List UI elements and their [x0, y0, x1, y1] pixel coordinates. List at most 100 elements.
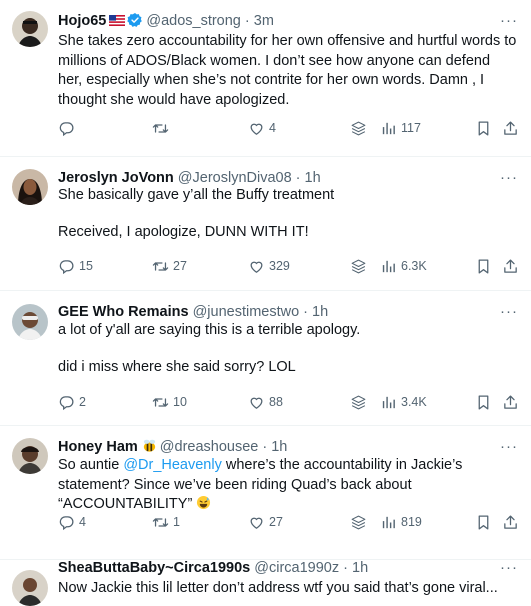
tweet-4[interactable]: Honey Ham @dreashousee · 1h ··· So auntie… [0, 426, 531, 560]
reply-count: 15 [79, 259, 93, 273]
heart-icon [248, 514, 265, 531]
like-button[interactable]: 329 [248, 256, 290, 276]
author-name[interactable]: Honey Ham [58, 439, 138, 455]
heart-icon [248, 394, 265, 411]
avatar[interactable] [12, 304, 48, 340]
avatar[interactable] [12, 169, 48, 205]
reply-count: 4 [79, 515, 86, 529]
heart-icon [248, 120, 265, 137]
action-bar: 4 117 [58, 118, 523, 138]
share-icon [502, 394, 519, 411]
share-icon [502, 258, 519, 275]
views-bars-icon [380, 514, 397, 531]
author-name[interactable]: GEE Who Remains [58, 304, 189, 320]
reply-count: 2 [79, 395, 86, 409]
share-button[interactable] [502, 118, 519, 138]
tweet-text: She takes zero accountability for her ow… [58, 33, 517, 108]
layers-button[interactable] [350, 118, 367, 138]
layers-icon [350, 394, 367, 411]
author-handle[interactable]: @circa1990z [254, 560, 339, 576]
heart-icon [248, 258, 265, 275]
timestamp[interactable]: 1h [352, 560, 368, 576]
retweet-count: 10 [173, 395, 187, 409]
tweet-header: GEE Who Remains @junestimestwo · 1h [58, 304, 329, 320]
mention-link[interactable]: @Dr_Heavenly [123, 457, 222, 473]
tweet-header: SheaButtaBaby~Circa1990s @circa1990z · 1… [58, 560, 369, 576]
layers-button[interactable] [350, 392, 367, 412]
tweet-header: Honey Ham @dreashousee · 1h [58, 438, 288, 455]
timestamp[interactable]: 1h [271, 439, 287, 455]
avatar[interactable] [12, 11, 48, 47]
action-bar: 4 1 27 819 [58, 512, 523, 532]
reply-button[interactable] [58, 118, 79, 138]
retweet-button[interactable]: 10 [152, 392, 187, 412]
share-button[interactable] [502, 392, 519, 412]
tweet-header: Hojo65 @ados_strong · 3m [58, 13, 274, 29]
retweet-button[interactable] [152, 118, 173, 138]
views-button[interactable]: 3.4K [380, 392, 427, 412]
share-button[interactable] [502, 256, 519, 276]
retweet-count: 1 [173, 515, 180, 529]
tweet-3[interactable]: GEE Who Remains @junestimestwo · 1h ··· … [0, 291, 531, 426]
author-name[interactable]: Hojo65 [58, 13, 106, 29]
action-bar: 15 27 329 6.3K [58, 256, 523, 276]
share-icon [502, 514, 519, 531]
tweet-5[interactable]: SheaButtaBaby~Circa1990s @circa1990z · 1… [0, 560, 531, 606]
tweet-text: Now Jackie this lil letter don’t address… [58, 580, 498, 596]
us-flag-emoji [109, 13, 126, 26]
share-button[interactable] [502, 512, 519, 532]
author-name[interactable]: SheaButtaBaby~Circa1990s [58, 560, 250, 576]
bookmark-icon [475, 394, 492, 411]
tweet-text: So auntie @Dr_Heavenly where’s the accou… [58, 457, 463, 512]
views-button[interactable]: 6.3K [380, 256, 427, 276]
bookmark-button[interactable] [475, 392, 492, 412]
layers-icon [350, 120, 367, 137]
timestamp[interactable]: 3m [254, 13, 274, 29]
author-handle[interactable]: @ados_strong [146, 13, 241, 29]
sweat-smile-emoji [196, 495, 211, 510]
author-name[interactable]: Jeroslyn JoVonn [58, 170, 174, 186]
layers-button[interactable] [350, 512, 367, 532]
views-bars-icon [380, 394, 397, 411]
tweet-header: Jeroslyn JoVonn @JeroslynDiva08 · 1h [58, 170, 321, 186]
like-button[interactable]: 27 [248, 512, 283, 532]
layers-button[interactable] [350, 256, 367, 276]
like-button[interactable]: 88 [248, 392, 283, 412]
retweet-button[interactable]: 1 [152, 512, 180, 532]
author-handle[interactable]: @junestimestwo [193, 304, 300, 320]
views-button[interactable]: 117 [380, 118, 421, 138]
reply-button[interactable]: 4 [58, 512, 86, 532]
layers-icon [350, 514, 367, 531]
like-button[interactable]: 4 [248, 118, 276, 138]
retweet-icon [152, 120, 169, 137]
bookmark-icon [475, 514, 492, 531]
reply-button[interactable]: 15 [58, 256, 93, 276]
views-bars-icon [380, 120, 397, 137]
author-handle[interactable]: @dreashousee [160, 439, 259, 455]
views-button[interactable]: 819 [380, 512, 422, 532]
tweet-2[interactable]: Jeroslyn JoVonn @JeroslynDiva08 · 1h ···… [0, 157, 531, 291]
bookmark-icon [475, 258, 492, 275]
avatar[interactable] [12, 438, 48, 474]
retweet-icon [152, 394, 169, 411]
retweet-button[interactable]: 27 [152, 256, 187, 276]
bee-emoji [142, 438, 157, 453]
bookmark-button[interactable] [475, 256, 492, 276]
timestamp[interactable]: 1h [305, 170, 321, 186]
tweet-1[interactable]: Hojo65 @ados_strong · 3m ··· She takes ze… [0, 0, 531, 157]
retweet-icon [152, 514, 169, 531]
retweet-icon [152, 258, 169, 275]
tweet-text: a lot of y'all are saying this is a terr… [58, 322, 361, 375]
like-count: 88 [269, 395, 283, 409]
bookmark-button[interactable] [475, 118, 492, 138]
view-count: 117 [401, 121, 421, 135]
author-handle[interactable]: @JeroslynDiva08 [178, 170, 292, 186]
reply-icon [58, 258, 75, 275]
reply-icon [58, 514, 75, 531]
layers-icon [350, 258, 367, 275]
views-bars-icon [380, 258, 397, 275]
timestamp[interactable]: 1h [312, 304, 328, 320]
reply-button[interactable]: 2 [58, 392, 86, 412]
avatar[interactable] [12, 570, 48, 606]
bookmark-button[interactable] [475, 512, 492, 532]
